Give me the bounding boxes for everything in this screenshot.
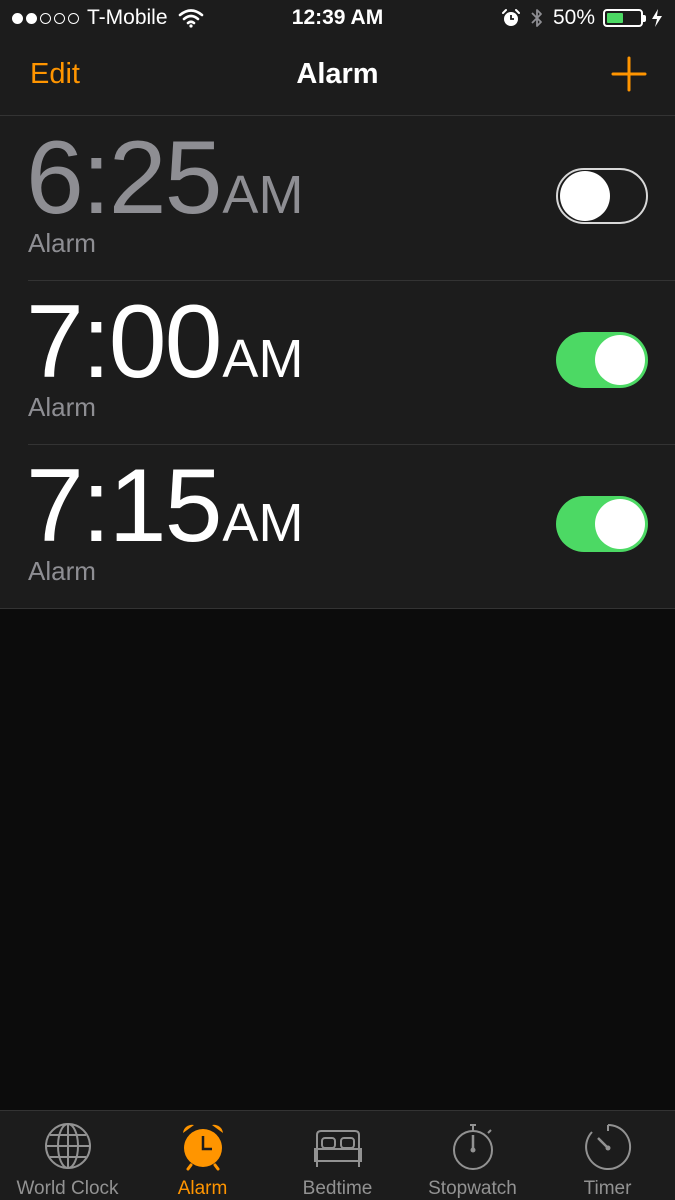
tab-label: World Clock: [16, 1178, 119, 1199]
alarm-time-digits: 6:25: [26, 120, 222, 236]
edit-button[interactable]: Edit: [30, 58, 80, 91]
alarm-status-icon: [501, 9, 520, 26]
tab-label: Alarm: [177, 1178, 228, 1199]
alarm-list: 6:25 AM Alarm 7:00 AM Alarm 7:15 AM Alar…: [0, 116, 675, 609]
tab-label: Bedtime: [302, 1178, 373, 1199]
charging-bolt-icon: [652, 9, 662, 27]
alarm-row[interactable]: 7:15 AM Alarm: [0, 444, 675, 608]
alarm-time: 6:25 AM: [26, 120, 304, 236]
alarm-toggle[interactable]: [556, 168, 648, 224]
alarm-clock-icon: [182, 1124, 223, 1171]
tab-bar: World Clock Alarm Bedtime Stopwatch Time…: [0, 1110, 675, 1200]
tab-timer[interactable]: Timer: [540, 1111, 675, 1200]
alarm-label: Alarm: [28, 392, 96, 422]
tab-bedtime[interactable]: Bedtime: [270, 1111, 405, 1200]
alarm-time: 7:15 AM: [26, 448, 304, 564]
navigation-bar: Edit Alarm: [0, 40, 675, 116]
alarm-row[interactable]: 7:00 AM Alarm: [0, 280, 675, 444]
alarm-time-period: AM: [222, 493, 304, 553]
battery-icon: [603, 9, 646, 27]
alarm-label: Alarm: [28, 228, 96, 258]
toggle-knob: [595, 335, 645, 385]
alarm-toggle[interactable]: [556, 496, 648, 552]
bed-icon: [313, 1130, 362, 1167]
timer-icon: [584, 1123, 631, 1170]
stopwatch-icon: [452, 1124, 493, 1170]
alarm-time-digits: 7:00: [26, 284, 222, 400]
page-title: Alarm: [296, 58, 379, 90]
add-alarm-button[interactable]: [611, 56, 647, 92]
tab-alarm[interactable]: Alarm: [135, 1111, 270, 1200]
tab-stopwatch[interactable]: Stopwatch: [405, 1111, 540, 1200]
alarm-toggle[interactable]: [556, 332, 648, 388]
alarm-time-period: AM: [222, 329, 304, 389]
toggle-knob: [595, 499, 645, 549]
tab-label: Timer: [583, 1178, 632, 1199]
alarm-time: 7:00 AM: [26, 284, 304, 400]
tab-label: Stopwatch: [428, 1178, 517, 1199]
alarm-time-period: AM: [222, 165, 304, 225]
battery-percent: 50%: [552, 6, 595, 29]
globe-icon: [44, 1123, 91, 1169]
alarm-row[interactable]: 6:25 AM Alarm: [0, 116, 675, 280]
toggle-knob: [560, 171, 610, 221]
tab-world-clock[interactable]: World Clock: [0, 1111, 135, 1200]
plus-icon: [611, 56, 647, 92]
alarm-time-digits: 7:15: [26, 448, 222, 564]
alarm-label: Alarm: [28, 556, 96, 586]
bluetooth-icon: [531, 9, 542, 27]
status-bar: T-Mobile 12:39 AM 50%: [0, 0, 675, 40]
